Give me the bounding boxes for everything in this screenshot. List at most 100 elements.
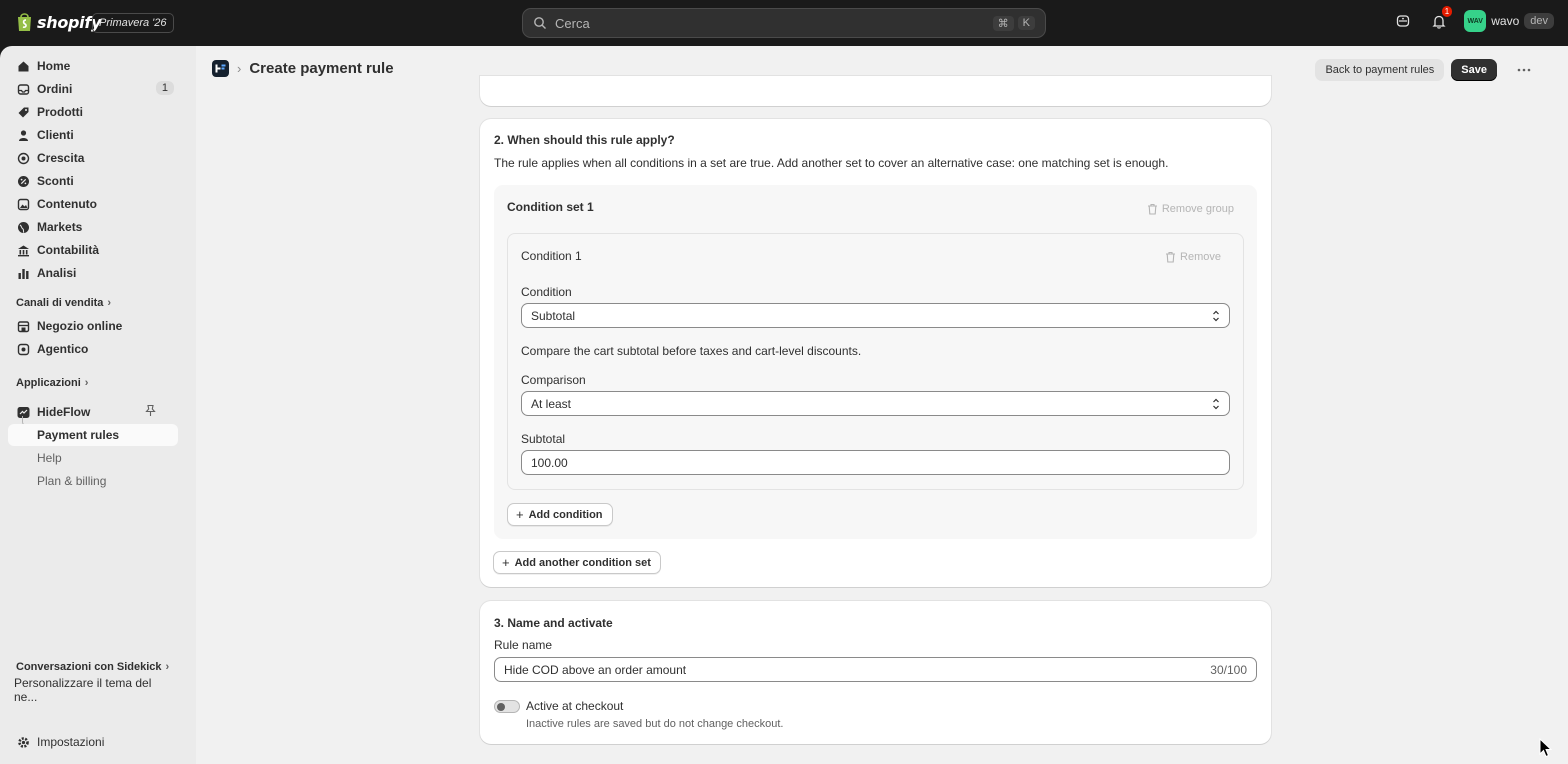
header-actions: Back to payment rules Save	[1315, 59, 1538, 81]
sidebar: Home Ordini 1 Prodotti Clienti Crescita …	[0, 46, 196, 764]
top-actions: 1 WAV wavo dev	[1392, 6, 1554, 32]
sidebar-item-sconti[interactable]: Sconti	[8, 170, 178, 192]
search-icon	[534, 17, 546, 29]
edition-badge[interactable]: Primavera '26	[92, 13, 174, 33]
shortcut-key-k: K	[1017, 16, 1035, 30]
add-condition-set-button[interactable]: + Add another condition set	[493, 551, 661, 574]
sidebar-item-markets[interactable]: Markets	[8, 216, 178, 238]
sidebar-item-label: HideFlow	[37, 405, 91, 419]
home-icon	[16, 59, 30, 73]
rule-name-character-count: 30/100	[1210, 662, 1247, 677]
section-1-card	[480, 76, 1271, 106]
subtotal-field-label: Subtotal	[521, 432, 566, 446]
sidebar-item-help[interactable]: Help	[8, 447, 178, 469]
sidebar-item-negozio-online[interactable]: Negozio online	[8, 315, 178, 337]
active-at-checkout-toggle[interactable]	[494, 700, 520, 713]
active-at-checkout-help: Inactive rules are saved but do not chan…	[526, 718, 784, 730]
inbox-icon	[16, 82, 30, 96]
hideflow-logo-icon[interactable]	[212, 60, 229, 77]
search-bar[interactable]: Cerca ⌘ K	[522, 8, 1046, 38]
sidebar-item-agentico[interactable]: Agentico	[8, 338, 178, 360]
sidebar-item-label: Sconti	[37, 174, 74, 188]
sales-channels-heading[interactable]: Canali di vendita ›	[16, 297, 111, 309]
sidekick-conversation-item[interactable]: Personalizzare il tema del ne...	[6, 676, 176, 704]
plus-icon: +	[502, 555, 510, 570]
subtotal-input-value: 100.00	[531, 455, 568, 470]
toggle-knob	[497, 703, 505, 711]
notifications-bell-icon[interactable]: 1	[1428, 6, 1453, 32]
condition-select[interactable]: Subtotal	[521, 303, 1230, 328]
top-bar: shopify Primavera '26 Cerca ⌘ K 1 WAV wa…	[0, 0, 1568, 46]
sidebar-item-analisi[interactable]: Analisi	[8, 262, 178, 284]
page-header: › Create payment rule	[212, 60, 394, 77]
sidebar-item-crescita[interactable]: Crescita	[8, 147, 178, 169]
condition-set: Condition set 1 Remove group Condition 1…	[494, 185, 1257, 539]
shopify-logo[interactable]: shopify	[16, 12, 101, 32]
more-actions-icon[interactable]	[1510, 59, 1538, 81]
sidebar-item-label: Contenuto	[37, 197, 97, 211]
condition-title: Condition 1	[521, 249, 582, 263]
sidebar-item-plan-billing[interactable]: Plan & billing	[8, 470, 178, 492]
gear-icon	[16, 735, 30, 749]
sidekick-conversations-label: Conversazioni con Sidekick	[16, 661, 162, 673]
sidebar-item-label: Clienti	[37, 128, 74, 142]
subtotal-input[interactable]: 100.00	[521, 450, 1230, 475]
trash-icon	[1147, 203, 1157, 215]
sidekick-icon[interactable]	[1392, 10, 1414, 32]
remove-group-button[interactable]: Remove group	[1147, 203, 1234, 215]
sidekick-conversations-heading[interactable]: Conversazioni con Sidekick ›	[16, 661, 169, 673]
sidebar-item-home[interactable]: Home	[8, 55, 178, 77]
sidebar-item-clienti[interactable]: Clienti	[8, 124, 178, 146]
add-condition-button[interactable]: + Add condition	[507, 503, 613, 526]
condition-select-value: Subtotal	[531, 308, 576, 323]
condition-help-text: Compare the cart subtotal before taxes a…	[521, 344, 862, 358]
sidebar-item-payment-rules[interactable]: Payment rules	[8, 424, 178, 446]
trash-icon	[1166, 251, 1176, 263]
sales-channels-label: Canali di vendita	[16, 297, 104, 309]
chevron-right-icon: ›	[107, 297, 112, 309]
sidebar-item-contenuto[interactable]: Contenuto	[8, 193, 178, 215]
remove-condition-label: Remove	[1180, 251, 1221, 263]
agentic-icon	[16, 342, 30, 356]
orders-count-badge: 1	[155, 81, 174, 95]
store-name: wavo	[1491, 14, 1520, 28]
sidebar-item-contabilita[interactable]: Contabilità	[8, 239, 178, 261]
add-condition-set-label: Add another condition set	[514, 556, 651, 569]
remove-condition-button[interactable]: Remove	[1165, 251, 1221, 263]
content-icon	[16, 197, 30, 211]
person-icon	[16, 128, 30, 142]
section-3-title: 3. Name and activate	[494, 616, 613, 630]
sidebar-item-hideflow[interactable]: HideFlow	[8, 401, 178, 423]
notification-count-badge: 1	[1441, 6, 1453, 17]
sidebar-item-impostazioni[interactable]: Impostazioni	[8, 731, 178, 753]
sidebar-item-label: Negozio online	[37, 319, 123, 333]
select-chevron-icon	[1213, 398, 1219, 410]
page-title: Create payment rule	[249, 60, 394, 77]
apps-heading[interactable]: Applicazioni ›	[16, 377, 88, 389]
chevron-right-icon: ›	[84, 377, 89, 389]
discount-icon	[16, 174, 30, 188]
pin-icon[interactable]	[145, 404, 156, 420]
back-to-payment-rules-button[interactable]: Back to payment rules	[1315, 59, 1445, 81]
store-menu[interactable]: WAV wavo dev	[1464, 10, 1554, 32]
search-placeholder: Cerca	[555, 15, 590, 31]
mouse-cursor-icon	[1539, 738, 1553, 758]
store-icon	[16, 319, 30, 333]
section-3-card: 3. Name and activate Rule name Hide COD …	[480, 601, 1271, 744]
save-button[interactable]: Save	[1451, 59, 1497, 81]
rule-name-input[interactable]: Hide COD above an order amount 30/100	[494, 657, 1257, 682]
section-2-help: The rule applies when all conditions in …	[494, 156, 1169, 170]
sidebar-item-label: Prodotti	[37, 105, 83, 119]
sidebar-item-prodotti[interactable]: Prodotti	[8, 101, 178, 123]
sidebar-item-ordini[interactable]: Ordini 1	[8, 78, 178, 100]
globe-icon	[16, 220, 30, 234]
chart-icon	[16, 266, 30, 280]
condition-field-label: Condition	[521, 285, 572, 299]
comparison-select[interactable]: At least	[521, 391, 1230, 416]
comparison-select-value: At least	[531, 396, 572, 411]
env-badge: dev	[1524, 13, 1554, 29]
comparison-field-label: Comparison	[521, 373, 586, 387]
sidebar-item-label: Home	[37, 59, 71, 73]
shopify-bag-icon	[18, 13, 31, 31]
sidebar-item-label: Crescita	[37, 151, 85, 165]
